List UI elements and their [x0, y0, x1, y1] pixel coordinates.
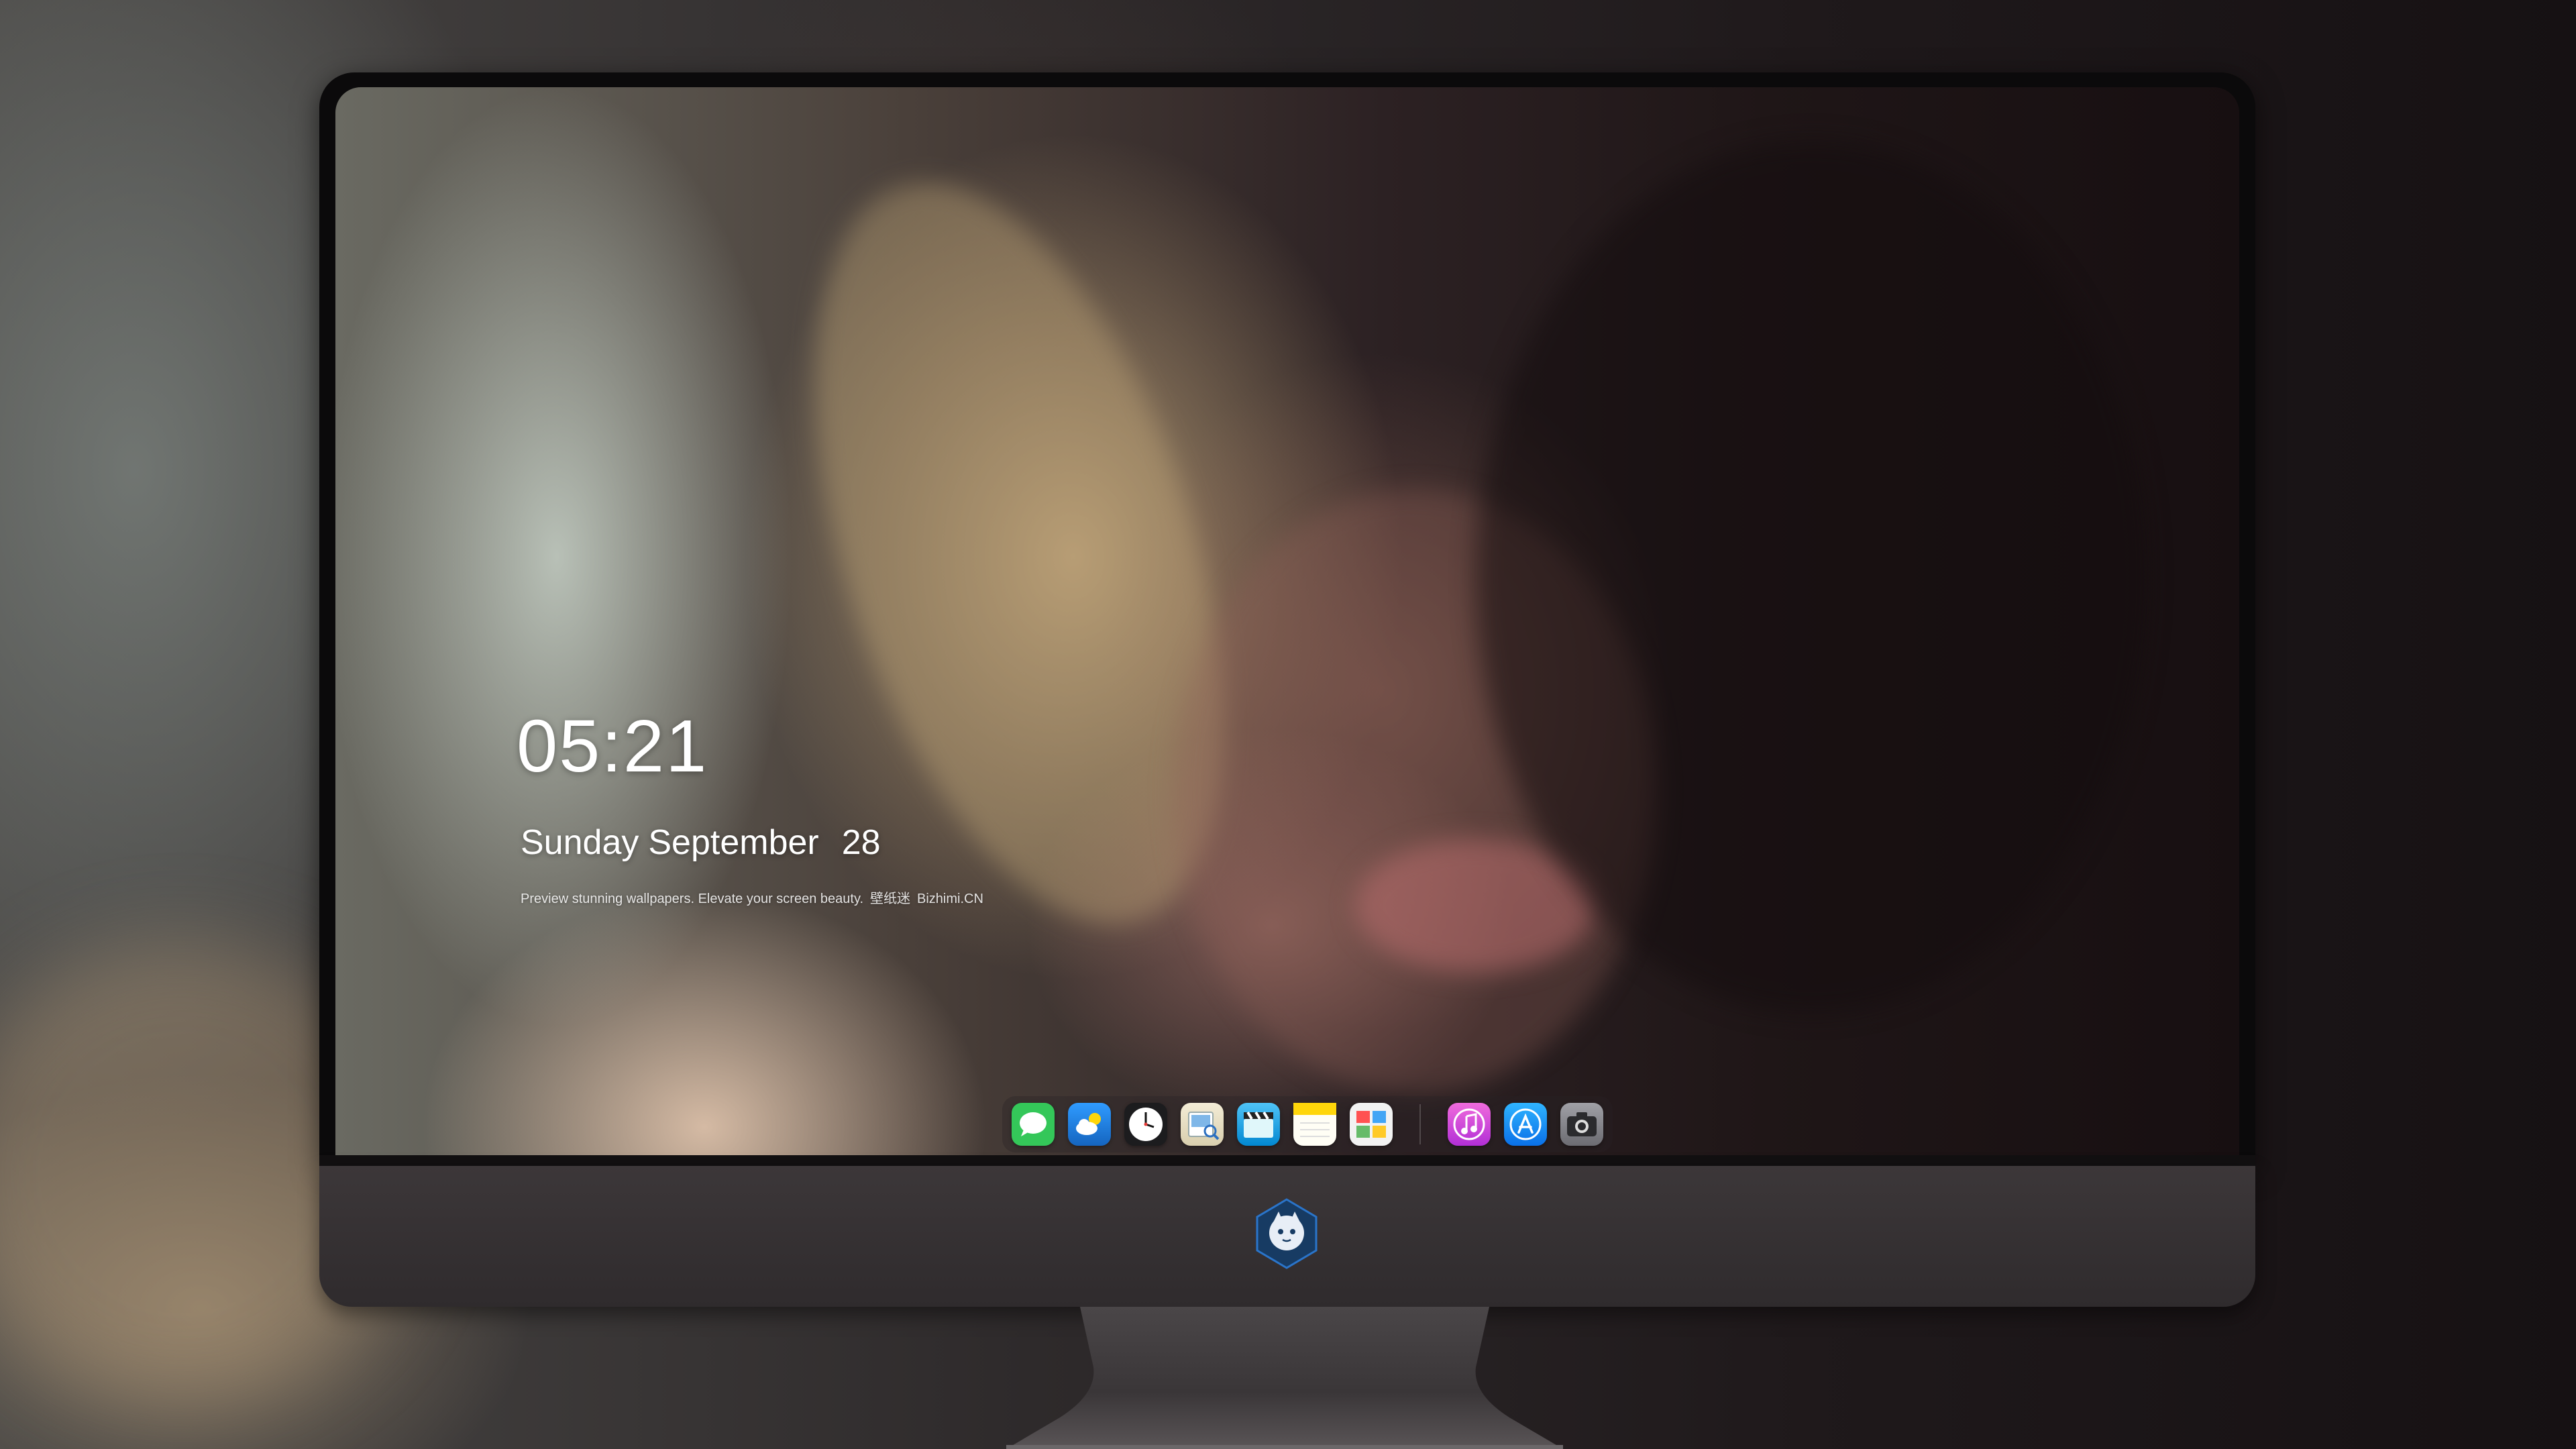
- weather-icon[interactable]: [1068, 1103, 1111, 1146]
- lock-clock: 05:21: [517, 705, 708, 788]
- notes-icon[interactable]: [1293, 1103, 1336, 1146]
- lock-date: Sunday September 28: [521, 825, 881, 860]
- imac-monitor: 05:21 Sunday September 28 Preview stunning…: [319, 72, 2255, 1307]
- tagline-text: Preview stunning wallpapers. Elevate you…: [521, 892, 864, 906]
- messages-icon[interactable]: [1012, 1103, 1055, 1146]
- date-weekday: Sunday: [521, 823, 639, 862]
- mascot-logo-icon: [1256, 1198, 1318, 1269]
- bezel-bottom-edge: [319, 1155, 2255, 1166]
- date-day: 28: [841, 823, 881, 862]
- dock-separator: [1419, 1104, 1421, 1144]
- wallpaper-shape: [1476, 141, 2147, 1013]
- tagline-cn: 壁纸迷: [870, 892, 911, 906]
- photo-booth-icon[interactable]: [1350, 1103, 1393, 1146]
- desktop-background: 05:21 Sunday September 28 Preview stunning…: [0, 0, 2576, 1449]
- wallpaper-tagline[interactable]: Preview stunning wallpapers. Elevate you…: [521, 892, 983, 906]
- app-store-icon[interactable]: [1504, 1103, 1547, 1146]
- lock-screen[interactable]: 05:21 Sunday September 28 Preview stunning…: [335, 87, 2239, 1155]
- camera-icon[interactable]: [1560, 1103, 1603, 1146]
- clips-icon[interactable]: [1237, 1103, 1280, 1146]
- dock: [1002, 1096, 1613, 1152]
- monitor-bezel: 05:21 Sunday September 28 Preview stunning…: [319, 72, 2255, 1166]
- date-month: September: [648, 823, 819, 862]
- itunes-icon[interactable]: [1448, 1103, 1491, 1146]
- tagline-brand: Bizhimi.CN: [917, 892, 983, 906]
- clock-icon[interactable]: [1124, 1103, 1167, 1146]
- monitor-stand: [1006, 1307, 1563, 1449]
- preview-icon[interactable]: [1181, 1103, 1224, 1146]
